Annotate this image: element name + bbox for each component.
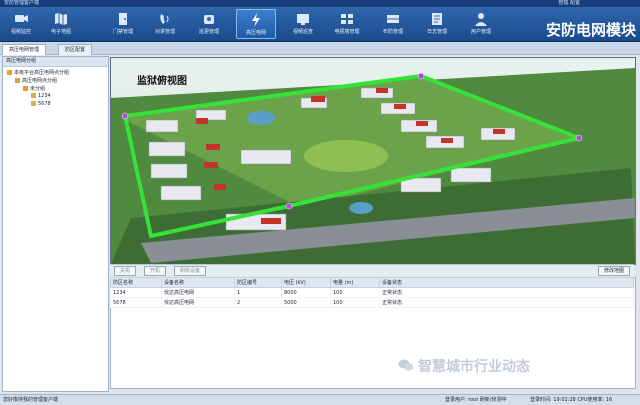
toolbar-label: 门禁管理 <box>112 29 133 35</box>
patrol-icon <box>204 15 214 24</box>
column-header[interactable]: 设备状态 <box>379 277 634 288</box>
tree-node-zone-5678[interactable]: 5678 <box>31 101 51 107</box>
tree-panel: 高压电网分组 本级平台高压电网点分组 高压电网点分组 未分组 1234 5678 <box>2 56 109 392</box>
table-row[interactable]: 5678 伐达高压电网 2 5000 100 正常状态 <box>110 297 634 308</box>
zone-table: 防区名称 设备名称 防区编号 电压 (kV) 电量 (m) 设备状态 1234 … <box>110 277 634 308</box>
toolbar-defense[interactable]: 布防管理 <box>374 9 412 39</box>
window-controls[interactable]: 管理 配置 <box>558 0 580 7</box>
wechat-icon <box>398 359 414 371</box>
column-header[interactable]: 设备名称 <box>161 277 235 288</box>
log-icon <box>432 13 442 25</box>
toolbar-hv-grid[interactable]: 高压电网 <box>236 9 276 39</box>
toolbar-label: 对讲管理 <box>154 29 175 35</box>
toolbar-label: 日志管理 <box>426 29 447 35</box>
table-cell: 5678 <box>110 297 162 308</box>
table-cell: 8000 <box>281 287 331 298</box>
toolbar-video-patrol[interactable]: 视频巡查 <box>284 9 322 39</box>
toolbar-e-map[interactable]: 电子地图 <box>42 9 80 39</box>
user-icon <box>475 13 487 26</box>
toolbar-intercom[interactable]: 对讲管理 <box>146 9 184 39</box>
tree-node-label: 1234 <box>38 93 51 99</box>
table-cell: 1234 <box>110 287 162 298</box>
video-patrol-icon <box>297 14 309 25</box>
tree-node-label: 本级平台高压电网点分组 <box>14 70 70 76</box>
table-cell: 5000 <box>281 297 331 308</box>
toolbar-label: 电子地图 <box>50 29 71 35</box>
window-title: 安防管理客户端 <box>4 0 40 6</box>
defense-icon <box>387 15 399 23</box>
tab-strip: 高压电网管理 防区配置 <box>0 42 640 55</box>
column-header[interactable]: 电量 (m) <box>330 277 380 288</box>
tree-node-platform[interactable]: 本级平台高压电网点分组 <box>7 69 69 76</box>
map-title: 监狱俯视图 <box>137 76 187 87</box>
toolbar-label: 高压电网 <box>245 30 266 36</box>
folder-icon <box>7 70 12 75</box>
table-header-row: 防区名称 设备名称 防区编号 电压 (kV) 电量 (m) 设备状态 <box>110 277 634 288</box>
tab-zone-config[interactable]: 防区配置 <box>58 44 93 55</box>
column-header[interactable]: 防区编号 <box>234 277 282 288</box>
power-on-button[interactable]: 开机 <box>144 266 167 276</box>
tree-node-label: 高压电网点分组 <box>22 78 58 84</box>
table-cell: 正常状态 <box>379 287 634 298</box>
lightning-icon <box>252 13 260 27</box>
main-toolbar: 视频监控 电子地图 门禁管理 对讲管理 巡更管理 高压电网 视频巡查 电视墙管理… <box>0 7 640 42</box>
table-cell: 1 <box>234 287 282 298</box>
tree-node-ungrouped[interactable]: 未分组 <box>23 85 45 92</box>
tree-node-hv-group[interactable]: 高压电网点分组 <box>15 77 57 84</box>
toolbar-patrol[interactable]: 巡更管理 <box>190 9 228 39</box>
prison-aerial-map[interactable]: 监狱俯视图 <box>110 57 636 265</box>
edit-map-button[interactable]: 修改地图 <box>597 266 630 276</box>
column-header[interactable]: 防区名称 <box>110 277 162 288</box>
tv-wall-icon <box>341 14 353 24</box>
toolbar-users[interactable]: 用户管理 <box>462 9 500 39</box>
tree-node-label: 5678 <box>38 101 51 107</box>
lightning-icon <box>31 101 36 106</box>
aerial-map-illustration <box>111 58 635 264</box>
watermark-text: 智慧城市行业动态 <box>418 359 530 375</box>
tree-header: 高压电网分组 <box>3 57 108 67</box>
table-cell: 伐达高压电网 <box>161 287 235 298</box>
intercom-icon <box>160 14 169 24</box>
action-button-bar: 关机 开机 刷新设备 修改地图 <box>110 264 634 276</box>
column-header[interactable]: 电压 (kV) <box>281 277 331 288</box>
tree-node-zone-1234[interactable]: 1234 <box>31 93 51 99</box>
module-brand-title: 安防电网模块 <box>545 21 636 39</box>
toolbar-logs[interactable]: 日志管理 <box>418 9 456 39</box>
table-cell: 100 <box>330 287 380 298</box>
toolbar-label: 视频监控 <box>10 29 31 35</box>
table-cell: 正常状态 <box>379 297 634 308</box>
map-icon <box>55 13 67 25</box>
toolbar-label: 布防管理 <box>382 29 403 35</box>
refresh-device-button[interactable]: 刷新设备 <box>174 266 207 276</box>
status-bar: 您好像持我的管理客户端 登录用户: root 刷新/侦测中 登录时间: 19:0… <box>0 394 640 405</box>
camera-icon <box>15 15 28 22</box>
toolbar-label: 用户管理 <box>470 29 491 35</box>
folder-icon <box>23 86 28 91</box>
toolbar-access-control[interactable]: 门禁管理 <box>104 9 142 39</box>
table-cell: 伐达高压电网 <box>161 297 235 308</box>
toolbar-label: 视频巡查 <box>292 29 313 35</box>
table-cell: 100 <box>330 297 380 308</box>
toolbar-label: 电视墙管理 <box>334 29 360 35</box>
door-icon <box>119 13 127 25</box>
tree-node-label: 未分组 <box>30 86 46 92</box>
toolbar-video-monitor[interactable]: 视频监控 <box>2 9 40 39</box>
toolbar-label: 巡更管理 <box>198 29 219 35</box>
window-titlebar: 安防管理客户端 管理 配置 <box>0 0 640 7</box>
tab-hv-grid-management[interactable]: 高压电网管理 <box>2 44 47 55</box>
folder-icon <box>15 78 20 83</box>
lightning-icon <box>31 93 36 98</box>
table-row[interactable]: 1234 伐达高压电网 1 8000 100 正常状态 <box>110 287 634 298</box>
power-off-button[interactable]: 关机 <box>114 266 137 276</box>
table-cell: 2 <box>234 297 282 308</box>
toolbar-tv-wall[interactable]: 电视墙管理 <box>328 9 366 39</box>
